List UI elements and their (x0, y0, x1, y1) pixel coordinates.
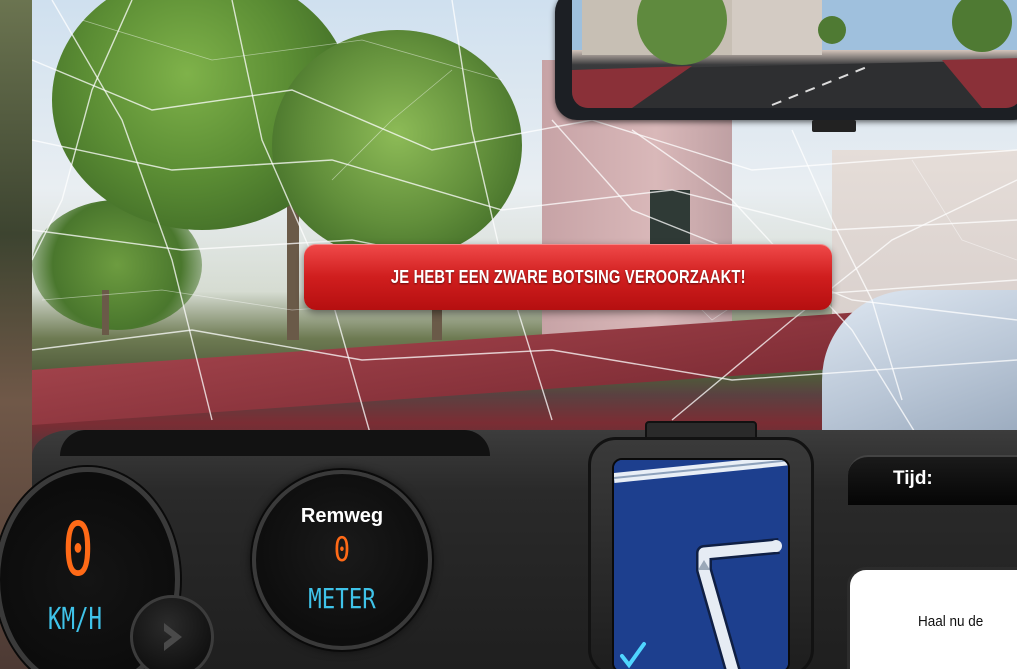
time-label: Tijd: (893, 468, 933, 489)
remweg-label: Remweg (300, 505, 384, 527)
tree-trunk (287, 200, 299, 340)
game-viewport: JE HEBT EEN ZWARE BOTSING VEROORZAAKT! 0… (0, 0, 1017, 669)
crash-alert-banner: JE HEBT EEN ZWARE BOTSING VEROORZAAKT! (304, 244, 832, 310)
speed-unit: KM/H (47, 602, 103, 637)
rearview-mirror-view (572, 0, 1017, 108)
tree-trunk (102, 290, 109, 335)
crash-alert-text: JE HEBT EEN ZWARE BOTSING VEROORZAAKT! (390, 266, 746, 287)
remweg-unit: METER (308, 582, 376, 615)
chevron-right-icon (164, 623, 182, 651)
dashboard-hood (60, 430, 490, 456)
continue-button[interactable] (130, 595, 214, 669)
speed-value: 0 (62, 507, 94, 593)
gps-route (614, 460, 788, 669)
building-window (650, 190, 690, 245)
gps-map (612, 458, 790, 669)
mirror-road-scene (572, 0, 1017, 108)
instruction-text: Haal nu de (918, 613, 984, 630)
remweg-value: 0 (333, 530, 351, 570)
mirror-mount (812, 120, 856, 132)
tree-medium (272, 30, 522, 260)
